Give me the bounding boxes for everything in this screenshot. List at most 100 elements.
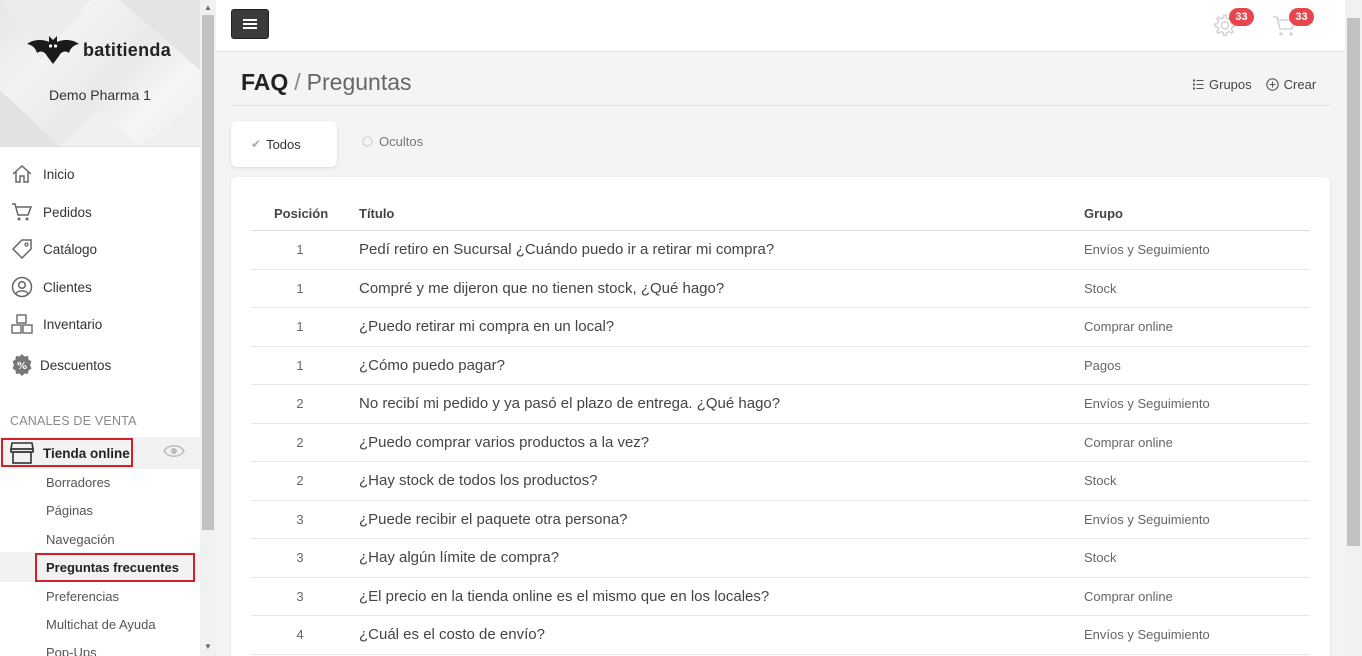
table-row[interactable]: 3 ¿Puede recibir el paquete otra persona?… [251, 501, 1310, 539]
page-title: FAQ / Preguntas [241, 69, 412, 96]
cell-title[interactable]: ¿Puedo retirar mi compra en un local? [359, 318, 614, 335]
sidebar-item-label: Inicio [43, 166, 75, 182]
page-title-subtitle: Preguntas [306, 69, 412, 95]
sidebar-item-inicio[interactable]: Inicio [0, 159, 200, 189]
cell-group: Envíos y Seguimiento [1084, 627, 1210, 642]
brand-logo-text: batitienda [83, 39, 172, 60]
cell-title[interactable]: ¿Puede recibir el paquete otra persona? [359, 511, 628, 528]
sidebar-subitem-popups[interactable]: Pop-Ups [46, 645, 97, 656]
user-icon [10, 275, 34, 299]
cell-position: 1 [296, 357, 304, 373]
brand-header: batitienda Demo Pharma 1 [0, 0, 200, 147]
highlight-box-tienda-online [1, 438, 133, 467]
cell-group: Stock [1084, 280, 1117, 296]
scroll-down-icon[interactable]: ▼ [203, 642, 213, 651]
column-header-title[interactable]: Título [359, 206, 394, 221]
sidebar-subitem-borradores[interactable]: Borradores [46, 475, 110, 490]
eye-icon[interactable] [163, 444, 185, 463]
page-title-separator: / [294, 69, 301, 95]
sidebar-item-label: Descuentos [40, 357, 112, 373]
check-icon: ✔ [251, 137, 262, 151]
sidebar-item-pedidos[interactable]: Pedidos [0, 197, 200, 227]
list-icon [1193, 79, 1204, 90]
create-button[interactable]: Crear [1265, 77, 1317, 92]
svg-text:%: % [17, 361, 27, 372]
sidebar: batitienda Demo Pharma 1 Inicio Pedidos … [0, 0, 200, 656]
cell-position: 2 [296, 396, 304, 411]
cell-position: 3 [296, 511, 304, 527]
page-scrollbar-thumb[interactable] [1347, 18, 1360, 546]
cell-title[interactable]: ¿Puedo comprar varios productos a la vez… [359, 434, 649, 451]
sidebar-item-catalogo[interactable]: Catálogo [0, 234, 200, 264]
sidebar-item-inventario[interactable]: Inventario [0, 309, 200, 339]
cell-position: 1 [296, 242, 304, 257]
sidebar-subitem-multichat[interactable]: Multichat de Ayuda [46, 617, 156, 632]
cell-group: Stock [1084, 473, 1117, 488]
cell-title[interactable]: No recibí mi pedido y ya pasó el plazo d… [359, 395, 780, 412]
table-row[interactable]: 3 ¿Hay algún límite de compra? Stock [251, 539, 1310, 578]
cell-group: Comprar online [1084, 588, 1173, 604]
sidebar-item-clientes[interactable]: Clientes [0, 272, 200, 302]
top-bar [216, 0, 1345, 52]
sidebar-subitem-paginas[interactable]: Páginas [46, 503, 93, 518]
table-row[interactable]: 1 Pedí retiro en Sucursal ¿Cuándo puedo i… [251, 231, 1310, 270]
sidebar-subitem-navegacion[interactable]: Navegación [46, 532, 115, 547]
brand-background-pattern [0, 0, 200, 146]
cell-title[interactable]: ¿Hay stock de todos los productos? [359, 472, 597, 489]
table-row[interactable]: 1 ¿Puedo retirar mi compra en un local? Co… [251, 308, 1310, 347]
page-title-main: FAQ [241, 69, 289, 95]
brand-logo[interactable]: batitienda [27, 36, 171, 64]
cell-title[interactable]: ¿Hay algún límite de compra? [359, 549, 559, 566]
cell-group: Comprar online [1084, 434, 1173, 450]
column-header-position[interactable]: Posición [274, 206, 328, 221]
highlight-box-preguntas-frecuentes [35, 553, 195, 582]
menu-toggle-button[interactable] [231, 9, 269, 39]
create-button-label: Crear [1283, 77, 1317, 92]
cell-title[interactable]: Pedí retiro en Sucursal ¿Cuándo puedo ir… [359, 241, 774, 258]
table-row[interactable]: 1 Compré y me dijeron que no tienen stock… [251, 270, 1310, 308]
tab-ocultos[interactable]: Ocultos [362, 134, 423, 149]
tab-todos[interactable]: ✔ Todos [231, 121, 337, 167]
faq-table-card: Posición Título Grupo 1 Pedí retiro en Su… [231, 177, 1330, 656]
header-actions: Grupos Crear [1193, 77, 1316, 92]
sidebar-subitem-preferencias[interactable]: Preferencias [46, 589, 119, 604]
settings-notification-badge: 33 [1229, 8, 1254, 26]
store-name: Demo Pharma 1 [49, 87, 151, 103]
column-header-group[interactable]: Grupo [1084, 206, 1123, 221]
cell-title[interactable]: ¿El precio en la tienda online es el mis… [359, 588, 769, 605]
cell-group: Envíos y Seguimiento [1084, 511, 1210, 527]
cell-title[interactable]: ¿Cuál es el costo de envío? [359, 626, 545, 643]
home-icon [10, 162, 34, 186]
sidebar-item-label: Pedidos [43, 204, 92, 220]
sales-channels-title: CANALES DE VENTA [10, 414, 137, 428]
header-divider [231, 105, 1330, 106]
cell-group: Comprar online [1084, 319, 1173, 334]
sidebar-scrollbar-thumb[interactable] [202, 15, 214, 530]
cell-position: 1 [296, 319, 304, 334]
cell-position: 3 [296, 588, 304, 604]
sidebar-item-label: Clientes [43, 279, 92, 295]
tag-icon [10, 237, 34, 261]
circle-icon [362, 136, 373, 147]
cell-position: 1 [296, 280, 304, 296]
boxes-icon [10, 312, 34, 336]
cell-group: Envíos y Seguimiento [1084, 242, 1210, 257]
table-row[interactable]: 3 ¿El precio en la tienda online es el mi… [251, 578, 1310, 616]
cell-group: Envíos y Seguimiento [1084, 396, 1210, 411]
table-row[interactable]: 1 ¿Cómo puedo pagar? Pagos [251, 347, 1310, 385]
table-row[interactable]: 2 No recibí mi pedido y ya pasó el plazo … [251, 385, 1310, 424]
table-row[interactable]: 2 ¿Puedo comprar varios productos a la ve… [251, 424, 1310, 462]
cell-title[interactable]: Compré y me dijeron que no tienen stock,… [359, 280, 724, 297]
plus-circle-icon [1265, 78, 1279, 91]
cart-notification-badge: 33 [1289, 8, 1314, 26]
table-header: Posición Título Grupo [251, 201, 1310, 231]
cell-position: 2 [296, 473, 304, 488]
cell-group: Stock [1084, 550, 1117, 565]
tab-ocultos-label: Ocultos [379, 134, 424, 149]
table-row[interactable]: 4 ¿Cuál es el costo de envío? Envíos y Seg… [251, 616, 1310, 655]
groups-button[interactable]: Grupos [1193, 77, 1252, 92]
cell-title[interactable]: ¿Cómo puedo pagar? [359, 357, 505, 374]
sidebar-item-descuentos[interactable]: % Descuentos [0, 350, 200, 380]
table-row[interactable]: 2 ¿Hay stock de todos los productos? Stock [251, 462, 1310, 501]
scroll-up-icon[interactable]: ▲ [203, 3, 213, 12]
